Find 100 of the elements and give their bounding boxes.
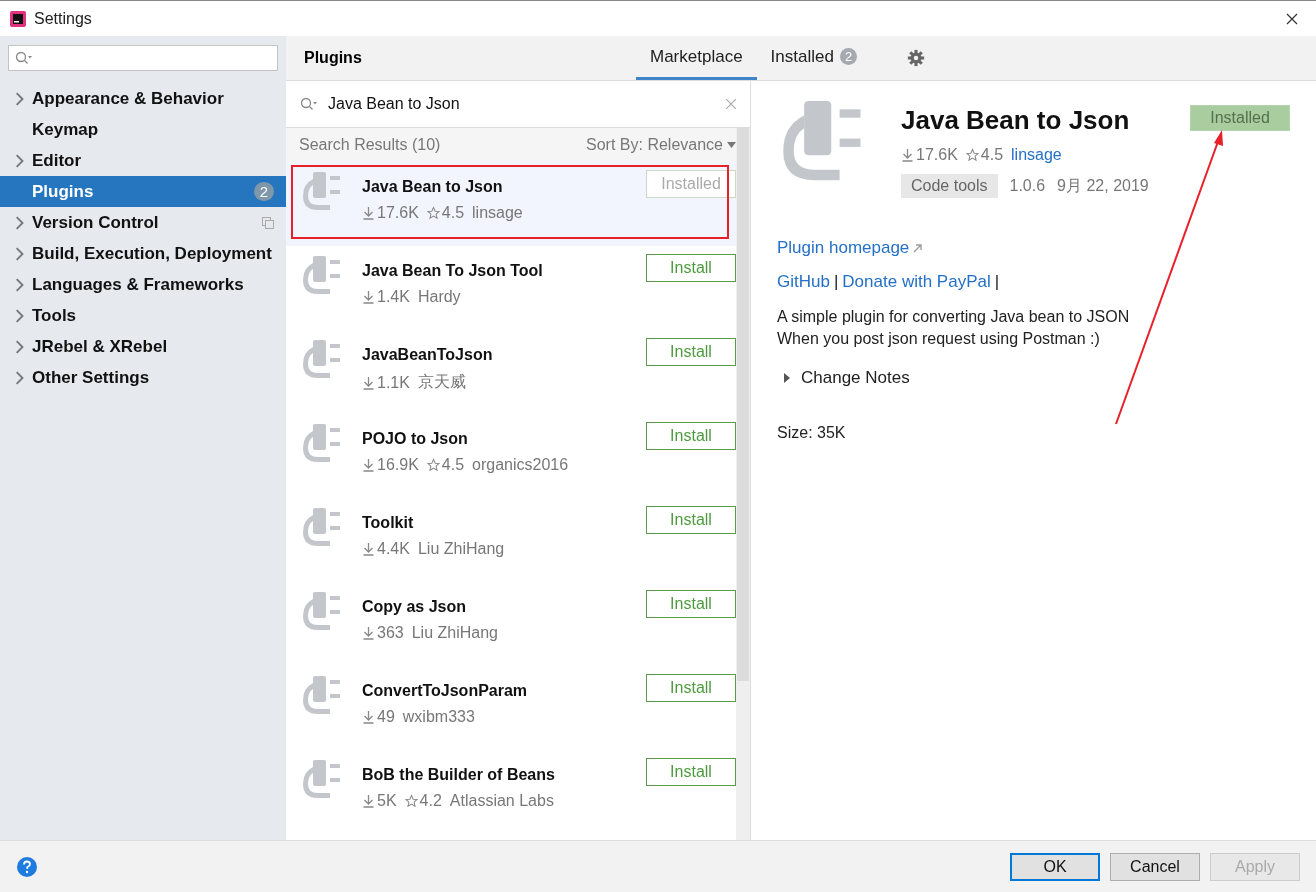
author: 京天威	[417, 372, 466, 392]
sidebar-item[interactable]: Other Settings	[0, 362, 286, 393]
sidebar-item[interactable]: JRebel & XRebel	[0, 331, 286, 362]
version: 1.0.6	[1009, 177, 1046, 195]
chevron-right-icon[interactable]	[14, 246, 24, 261]
plugin-row[interactable]: POJO to Json 16.9K 4.5 organics2016 Install	[286, 414, 736, 498]
panel-title: Plugins	[303, 48, 363, 68]
sidebar-item[interactable]: Build, Execution, Deployment	[0, 238, 286, 269]
author: wxibm333	[402, 708, 475, 726]
plugin-name: Copy as Json	[362, 598, 468, 616]
link[interactable]: GitHub	[777, 272, 830, 292]
sidebar-item[interactable]: Languages & Frameworks	[0, 269, 286, 300]
rating: 4.5	[980, 146, 1004, 164]
author: Liu ZhiHang	[417, 540, 505, 558]
rating: 4.2	[419, 792, 442, 810]
plugin-name: BoB the Builder of Beans	[362, 766, 556, 784]
plugin-name: ConvertToJsonParam	[362, 682, 529, 700]
download-count: 17.6K	[916, 146, 958, 164]
download-count: 4.4K	[377, 540, 410, 558]
author: Hardy	[417, 288, 461, 306]
download-count: 1.4K	[377, 288, 410, 306]
download-icon	[362, 206, 375, 220]
help-icon[interactable]	[16, 856, 38, 878]
chevron-right-icon[interactable]	[14, 153, 24, 168]
chevron-right-icon[interactable]	[14, 339, 24, 354]
close-icon[interactable]	[1286, 12, 1298, 25]
dialog-button[interactable]: Cancel	[1110, 853, 1200, 881]
plugin-name: Toolkit	[362, 514, 415, 532]
download-count: 5K	[377, 792, 397, 810]
sidebar-item[interactable]: Appearance & Behavior	[0, 83, 286, 114]
download-icon	[901, 148, 914, 162]
author: organics2016	[472, 456, 569, 474]
separator: |	[994, 272, 1000, 292]
search-field[interactable]: Java Bean to Json	[326, 94, 718, 114]
download-icon	[362, 542, 375, 556]
download-icon	[362, 626, 375, 640]
plugin-row[interactable]: Copy as Json 363 Liu ZhiHang Install	[286, 582, 736, 666]
plugin-row[interactable]: ConvertToJsonParam 49 wxibm333 Install	[286, 666, 736, 750]
description: A simple plugin for converting Java bean to JSON When you post json request using Postman :)	[777, 307, 1131, 349]
chevron-right-icon[interactable]	[14, 91, 24, 106]
tab[interactable]: Installed 2	[756, 36, 872, 80]
chevron-right-icon[interactable]	[14, 215, 24, 230]
download-icon	[362, 710, 375, 724]
sidebar-item[interactable]: Plugins 2	[0, 176, 286, 207]
window-title: Settings	[34, 9, 93, 28]
homepage-link[interactable]: Plugin homepage	[777, 238, 910, 258]
plugin-name: POJO to Json	[362, 430, 469, 448]
download-count: 17.6K	[377, 204, 419, 222]
expand-triangle-icon[interactable]	[783, 373, 791, 383]
count-badge: 2	[253, 182, 274, 201]
dialog-button[interactable]: OK	[1010, 853, 1100, 881]
external-link-icon	[913, 243, 923, 253]
plugin-name: Java Bean To Json Tool	[362, 262, 544, 280]
star-icon	[426, 206, 440, 220]
link[interactable]: Donate with PayPal	[842, 272, 991, 292]
plugin-row[interactable]: BoB the Builder of Beans 5K 4.2 Atlassian Labs Install	[286, 750, 736, 834]
star-icon	[404, 794, 418, 808]
plugin-row[interactable]: Java Bean to Json 17.6K 4.5 linsage Installed	[286, 162, 736, 246]
author: Liu ZhiHang	[411, 624, 498, 642]
chevron-right-icon[interactable]	[14, 308, 24, 323]
scrollbar-thumb[interactable]	[737, 128, 749, 681]
download-count: 16.9K	[377, 456, 419, 474]
chevron-right-icon[interactable]	[14, 277, 24, 292]
download-count: 49	[377, 708, 395, 726]
clear-icon[interactable]	[726, 99, 736, 109]
plugin-row[interactable]: JavaBeanToJson 1.1K 京天威 Install	[286, 330, 736, 414]
download-count: 363	[377, 624, 404, 642]
author: Atlassian Labs	[449, 792, 554, 810]
download-icon	[362, 290, 375, 304]
plugin-name: Java Bean to Json	[362, 178, 504, 196]
sidebar-item[interactable]: Version Control	[0, 207, 286, 238]
caret-icon[interactable]	[727, 142, 736, 148]
search-icon	[15, 51, 33, 65]
change-notes-toggle[interactable]: Change Notes	[777, 368, 1290, 388]
app-logo-icon	[10, 10, 26, 27]
download-icon	[362, 458, 375, 472]
category-tag: Code tools	[901, 174, 998, 198]
download-count: 1.1K	[377, 373, 410, 392]
sidebar-item[interactable]: Keymap	[0, 114, 286, 145]
plugin-size: Size: 35K	[777, 424, 847, 442]
results-count: Search Results (10)	[299, 136, 441, 154]
settings-icon[interactable]	[907, 49, 926, 67]
download-icon	[362, 375, 375, 390]
separator: |	[833, 272, 839, 292]
tab[interactable]: Marketplace	[636, 36, 757, 80]
sidebar-item[interactable]: Editor	[0, 145, 286, 176]
search-icon	[300, 97, 318, 111]
plugin-row[interactable]: Java Bean To Json Tool 1.4K Hardy Install	[286, 246, 736, 330]
star-icon	[426, 458, 440, 472]
author: linsage	[472, 204, 523, 222]
author-link[interactable]: linsage	[1011, 146, 1062, 164]
search-field[interactable]	[8, 45, 278, 71]
rating: 4.5	[441, 204, 465, 222]
release-date: 9月 22, 2019	[1057, 175, 1149, 196]
sidebar-item[interactable]: Tools	[0, 300, 286, 331]
download-icon	[362, 794, 375, 808]
chevron-right-icon[interactable]	[14, 370, 24, 385]
plugin-title: Java Bean to Json	[901, 105, 1130, 136]
sort-dropdown[interactable]: Sort By: Relevance	[586, 136, 736, 154]
plugin-row[interactable]: Toolkit 4.4K Liu ZhiHang Install	[286, 498, 736, 582]
